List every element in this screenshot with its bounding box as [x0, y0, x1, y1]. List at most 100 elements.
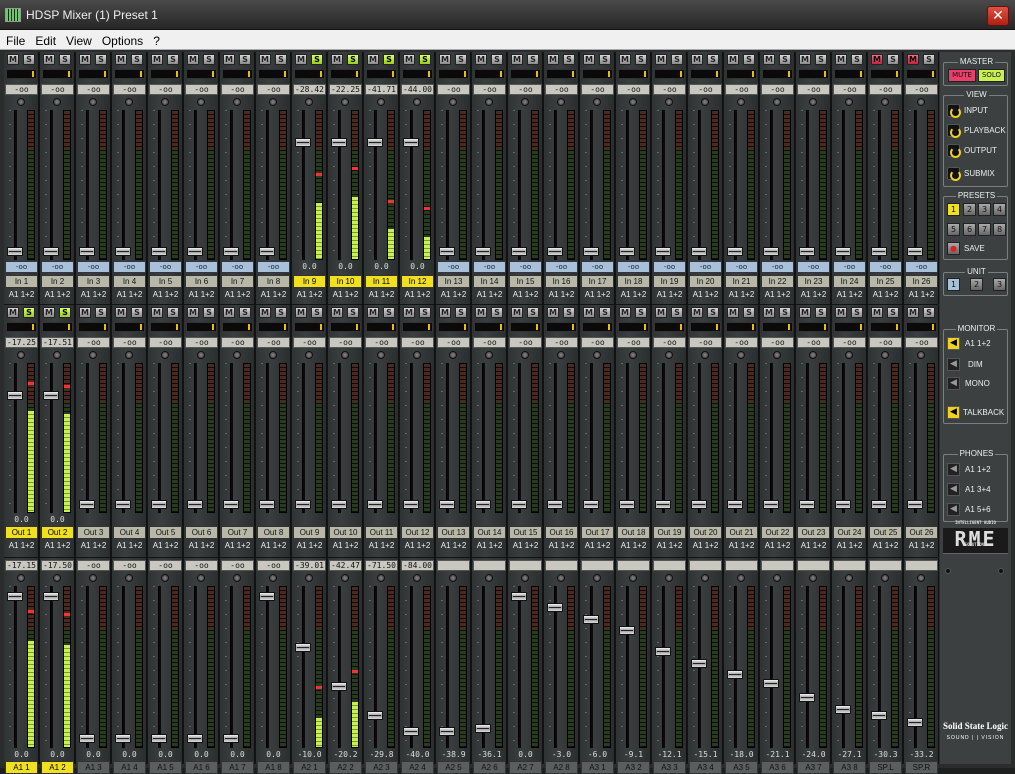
pan-slider[interactable]	[870, 322, 901, 332]
volume-fader[interactable]	[871, 246, 887, 256]
view-submix[interactable]: SUBMIX	[964, 167, 995, 180]
volume-fader[interactable]	[7, 246, 23, 256]
mute-button[interactable]: M	[619, 307, 631, 318]
mute-button[interactable]: M	[331, 307, 343, 318]
gain-knob[interactable]	[521, 574, 529, 582]
solo-button[interactable]: S	[311, 54, 323, 65]
routing-label[interactable]: A1 1+2	[616, 289, 651, 301]
channel-label[interactable]: Out 10	[329, 526, 362, 539]
channel-label[interactable]: In 22	[761, 275, 794, 288]
solo-button[interactable]: S	[455, 54, 467, 65]
mute-button[interactable]: M	[187, 54, 199, 65]
routing-label[interactable]: A1 1+2	[436, 540, 471, 552]
gain-knob[interactable]	[89, 574, 97, 582]
solo-button[interactable]: S	[599, 54, 611, 65]
volume-fader[interactable]	[583, 246, 599, 256]
pan-slider[interactable]	[6, 322, 37, 332]
mute-button[interactable]: M	[691, 54, 703, 65]
pan-slider[interactable]	[294, 322, 325, 332]
gain-knob[interactable]	[593, 351, 601, 359]
gain-knob[interactable]	[89, 98, 97, 106]
volume-fader[interactable]	[367, 138, 383, 148]
pan-slider[interactable]	[654, 69, 685, 79]
pan-slider[interactable]	[42, 322, 73, 332]
monitor-mono[interactable]: MONO	[965, 377, 990, 390]
pan-slider[interactable]	[870, 69, 901, 79]
mute-button[interactable]: M	[727, 307, 739, 318]
solo-button[interactable]: S	[167, 54, 179, 65]
routing-label[interactable]: A1 1+2	[400, 289, 435, 301]
preset-2-button[interactable]: 2	[963, 203, 976, 216]
routing-label[interactable]: A1 1+2	[328, 289, 363, 301]
gain-knob[interactable]	[53, 351, 61, 359]
solo-button[interactable]: S	[851, 307, 863, 318]
channel-label[interactable]: In 15	[509, 275, 542, 288]
volume-fader[interactable]	[151, 499, 167, 509]
gain-knob[interactable]	[269, 574, 277, 582]
solo-button[interactable]: S	[815, 54, 827, 65]
gain-knob[interactable]	[881, 351, 889, 359]
solo-button[interactable]: S	[203, 307, 215, 318]
gain-knob[interactable]	[593, 98, 601, 106]
volume-fader[interactable]	[835, 499, 851, 509]
channel-label[interactable]: In 10	[329, 275, 362, 288]
solo-button[interactable]: S	[743, 54, 755, 65]
routing-label[interactable]: A1 1+2	[4, 540, 39, 552]
menu-file[interactable]: File	[0, 31, 30, 51]
gain-knob[interactable]	[773, 574, 781, 582]
routing-label[interactable]: A1 1+2	[832, 540, 867, 552]
gain-knob[interactable]	[557, 98, 565, 106]
pan-slider[interactable]	[438, 322, 469, 332]
mute-button[interactable]: M	[187, 307, 199, 318]
gain-knob[interactable]	[737, 98, 745, 106]
solo-button[interactable]: S	[347, 307, 359, 318]
volume-fader[interactable]	[655, 647, 671, 657]
routing-label[interactable]: A1 1+2	[868, 289, 903, 301]
pan-slider[interactable]	[114, 69, 145, 79]
routing-label[interactable]: A1 1+2	[256, 540, 291, 552]
pan-slider[interactable]	[42, 69, 73, 79]
mute-button[interactable]: M	[871, 307, 883, 318]
mute-button[interactable]: M	[547, 54, 559, 65]
volume-fader[interactable]	[223, 246, 239, 256]
mute-button[interactable]: M	[835, 54, 847, 65]
routing-label[interactable]: A1 1+2	[4, 289, 39, 301]
volume-fader[interactable]	[223, 499, 239, 509]
view-playback[interactable]: PLAYBACK	[964, 124, 1006, 137]
mute-button[interactable]: M	[583, 54, 595, 65]
routing-label[interactable]: A1 1+2	[508, 540, 543, 552]
volume-fader[interactable]	[727, 246, 743, 256]
channel-label[interactable]: In 2	[41, 275, 74, 288]
pan-slider[interactable]	[186, 69, 217, 79]
routing-label[interactable]: A1 1+2	[760, 540, 795, 552]
pan-slider[interactable]	[474, 322, 505, 332]
mute-button[interactable]: M	[223, 307, 235, 318]
volume-fader[interactable]	[79, 734, 95, 744]
channel-label[interactable]: Out 14	[473, 526, 506, 539]
channel-label[interactable]: Out 2	[41, 526, 74, 539]
routing-label[interactable]: A1 1+2	[796, 289, 831, 301]
channel-label[interactable]: In 25	[869, 275, 902, 288]
pan-slider[interactable]	[186, 322, 217, 332]
pan-slider[interactable]	[834, 69, 865, 79]
volume-fader[interactable]	[619, 625, 635, 635]
channel-label[interactable]: In 11	[365, 275, 398, 288]
gain-knob[interactable]	[413, 351, 421, 359]
volume-fader[interactable]	[511, 592, 527, 602]
volume-fader[interactable]	[691, 246, 707, 256]
mute-button[interactable]: M	[655, 307, 667, 318]
speaker-icon[interactable]: ◀	[947, 406, 960, 419]
preset-1-button[interactable]: 1	[947, 203, 960, 216]
mute-button[interactable]: M	[907, 54, 919, 65]
channel-label[interactable]: Out 6	[185, 526, 218, 539]
pan-slider[interactable]	[618, 69, 649, 79]
volume-fader[interactable]	[727, 499, 743, 509]
solo-button[interactable]: S	[635, 307, 647, 318]
volume-fader[interactable]	[907, 246, 923, 256]
gain-knob[interactable]	[809, 98, 817, 106]
gain-knob[interactable]	[521, 351, 529, 359]
gain-knob[interactable]	[89, 351, 97, 359]
routing-label[interactable]: A1 1+2	[652, 289, 687, 301]
gain-knob[interactable]	[809, 574, 817, 582]
solo-button[interactable]: S	[563, 307, 575, 318]
